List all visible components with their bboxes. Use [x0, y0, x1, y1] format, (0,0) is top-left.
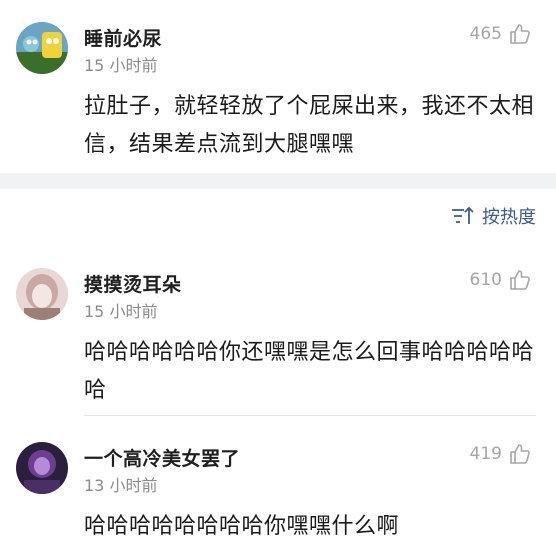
- comment-text: 拉肚子，就轻轻放了个屁屎出来，我还不太相信，结果差点流到大腿嘿嘿: [84, 94, 535, 157]
- like-count: 465: [469, 24, 502, 44]
- avatar[interactable]: [16, 442, 68, 494]
- username[interactable]: 摸摸烫耳朵: [84, 270, 182, 297]
- like-count: 610: [469, 270, 502, 290]
- username[interactable]: 睡前必尿: [84, 24, 162, 51]
- like-count: 419: [469, 444, 502, 464]
- avatar-image: [16, 442, 68, 494]
- avatar[interactable]: [16, 22, 68, 74]
- avatar-image: [16, 22, 68, 74]
- timestamp: 15 小时前: [84, 56, 158, 75]
- sort-label: 按热度: [482, 207, 536, 228]
- sort-icon: [452, 206, 474, 224]
- thumbs-up-icon: [510, 270, 530, 290]
- like-button[interactable]: 610: [470, 268, 532, 292]
- section-separator: [0, 173, 556, 189]
- comment-text: 哈哈哈哈哈哈你还嘿嘿是怎么回事哈哈哈哈哈哈: [84, 340, 535, 403]
- comment-item: 摸摸烫耳朵 15 小时前 610 哈哈哈哈哈哈你还嘿嘿是怎么回事哈哈哈哈哈哈: [0, 240, 556, 415]
- username[interactable]: 一个高冷美女罢了: [84, 444, 240, 471]
- like-button[interactable]: 419: [470, 442, 532, 466]
- thumbs-up-icon: [510, 444, 530, 464]
- avatar[interactable]: [16, 268, 68, 320]
- timestamp: 15 小时前: [84, 302, 158, 321]
- comment-text: 哈哈哈哈哈哈哈哈你嘿嘿什么啊: [84, 514, 400, 539]
- comment-item: 一个高冷美女罢了 13 小时前 419 哈哈哈哈哈哈哈哈你嘿嘿什么啊: [0, 416, 556, 553]
- sort-button[interactable]: 按热度: [450, 203, 536, 229]
- timestamp: 13 小时前: [84, 476, 158, 495]
- comment-item: 睡前必尿 15 小时前 465 拉肚子，就轻轻放了个屁屎出来，我还不太相信，结果…: [0, 0, 556, 173]
- like-button[interactable]: 465: [470, 22, 532, 46]
- thumbs-up-icon: [510, 24, 530, 44]
- avatar-image: [16, 268, 68, 320]
